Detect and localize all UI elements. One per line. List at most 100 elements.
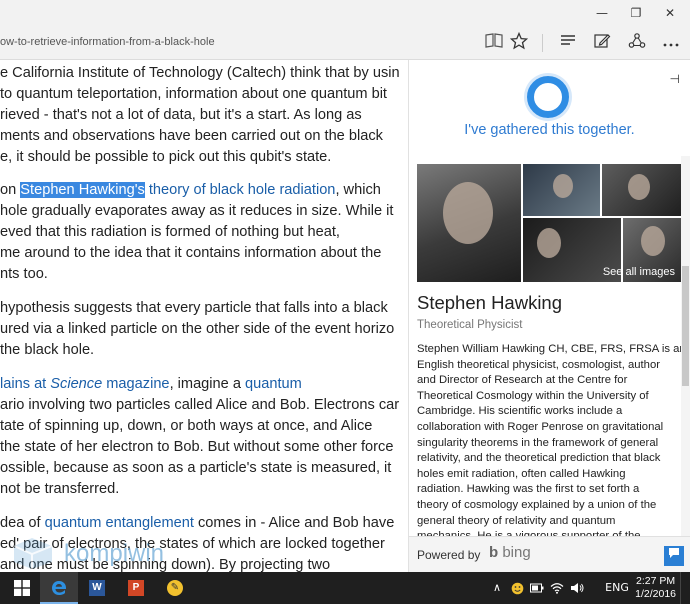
text-line: hole gradually evaporates away as it red… (0, 203, 394, 219)
text-line: collaboration with Roger Penrose on grav… (417, 420, 664, 433)
highlighted-selection[interactable]: Stephen Hawking's (20, 182, 145, 198)
text-fragment: magazine (102, 376, 170, 392)
taskbar: W P ✎ ∧ ENG 2:27 PM 1/2/2016 (0, 572, 690, 604)
text-fragment: Science (50, 376, 103, 392)
text-fragment: comes in - Alice and Bob have (193, 515, 395, 531)
text-line: singularity theorems in the framework of… (417, 436, 659, 449)
watermark-logo-icon (13, 538, 53, 569)
paragraph: lains at Science magazine, imagine a qua… (0, 374, 408, 500)
text-line: radiation. Hawking was the first to set … (417, 483, 640, 496)
share-icon[interactable] (626, 32, 648, 54)
word-icon: W (89, 579, 105, 596)
text-line: Theoretical Cosmology within the Univers… (417, 389, 649, 402)
cortana-ring-icon (527, 76, 569, 118)
bing-wordmark: bing (502, 544, 531, 561)
text-line: theory of cosmology explained by a union… (417, 498, 657, 511)
book-icon[interactable] (483, 32, 505, 54)
cortana-panel: ⊣ I've gathered this together. See all i… (409, 60, 690, 572)
bing-b-icon: b (489, 544, 499, 561)
toolbar-divider (542, 34, 543, 52)
word-taskbar-icon[interactable]: W (78, 572, 116, 604)
text-fragment: dea of (0, 515, 45, 531)
close-button[interactable]: ✕ (653, 0, 687, 26)
edge-taskbar-icon[interactable] (40, 572, 78, 604)
text-line: not be transferred. (0, 481, 120, 497)
text-fragment: , which (335, 182, 381, 198)
text-line: e California Institute of Technology (Ca… (0, 65, 400, 81)
pin-icon[interactable]: ⊣ (670, 72, 680, 86)
text-line: Cambridge. His scientific works include … (417, 405, 623, 418)
cortana-message: I've gathered this together. (464, 122, 635, 138)
input-language[interactable]: ENG (604, 572, 630, 604)
text-line: ossible, because as soon as a particle's… (0, 460, 392, 476)
paragraph: e California Institute of Technology (Ca… (0, 63, 408, 168)
text-line: the black hole. (0, 342, 95, 358)
text-line: ario involving two particles called Alic… (0, 397, 400, 413)
smiley-tray-icon[interactable] (508, 572, 526, 604)
text-line: hypothesis suggests that every particle … (0, 300, 388, 316)
url-text[interactable]: ow-to-retrieve-information-from-a-black-… (0, 36, 215, 48)
paragraph: on Stephen Hawking's theory of black hol… (0, 180, 408, 285)
paint-taskbar-icon[interactable]: ✎ (156, 572, 194, 604)
text-fragment: on (0, 182, 21, 198)
text-line: on Stephen Hawking's theory of black hol… (0, 180, 408, 201)
minimize-button[interactable]: — (585, 0, 619, 26)
entity-subtitle: Theoretical Physicist (417, 319, 523, 331)
text-fragment: , imagine a (169, 376, 246, 392)
volume-icon[interactable] (568, 572, 586, 604)
text-line: rieved - that's not a lot of data, but i… (0, 107, 362, 123)
title-bar: — ❐ ✕ (0, 0, 690, 26)
paragraph: hypothesis suggests that every particle … (0, 298, 408, 361)
powerpoint-taskbar-icon[interactable]: P (117, 572, 155, 604)
text-line: and Director of Research at the Centre f… (417, 374, 628, 387)
watermark: kompiwin (10, 534, 200, 574)
windows-start-icon[interactable] (3, 572, 41, 604)
text-line: relativity, and the theoretical predicti… (417, 452, 661, 465)
science-magazine-link[interactable]: lains at Science magazine (0, 376, 170, 392)
text-line: Stephen William Hawking CH, CBE, FRS, FR… (417, 343, 686, 355)
text-line: ured via a linked particle on the other … (0, 321, 395, 337)
star-icon[interactable] (508, 31, 530, 54)
show-hidden-icons-chevron-icon[interactable]: ∧ (488, 572, 506, 604)
battery-icon[interactable] (528, 572, 546, 604)
article-content: e California Institute of Technology (Ca… (0, 60, 408, 572)
text-fragment: lains at (0, 376, 51, 392)
show-desktop-button[interactable] (680, 572, 690, 604)
text-line: English theoretical physicist, cosmologi… (417, 358, 660, 371)
text-line: general theory of relativity and quantum (417, 514, 616, 527)
text-line: me around to the idea that it contains i… (0, 245, 382, 261)
bing-logo[interactable]: b bing (489, 544, 531, 561)
text-line: holes emit radiation, often called Hawki… (417, 467, 626, 480)
cortana-footer: Powered by b bing (409, 536, 690, 572)
text-line: ments and observations have been carried… (0, 128, 383, 144)
text-line: dea of quantum entanglement comes in - A… (0, 513, 408, 534)
scroll-thumb[interactable] (682, 266, 689, 386)
hub-icon[interactable] (557, 32, 579, 54)
text-line: e, it should be possible to pick out thi… (0, 149, 332, 165)
entity-description: Stephen William Hawking CH, CBE, FRS, FR… (417, 342, 686, 545)
text-line: to quantum teleportation, information ab… (0, 86, 387, 102)
see-all-images-link[interactable]: See all images (603, 266, 675, 278)
quantum-entanglement-link[interactable]: quantum entanglement (45, 515, 194, 531)
watermark-text: kompiwin (64, 540, 165, 567)
panel-scrollbar[interactable] (681, 156, 690, 536)
image-gallery[interactable]: See all images (417, 164, 681, 282)
entity-name: Stephen Hawking (417, 292, 563, 313)
hawking-radiation-link[interactable]: theory of black hole radiation (145, 182, 336, 198)
gallery-image[interactable] (523, 164, 600, 216)
portrait-image[interactable] (417, 164, 521, 282)
maximize-button[interactable]: ❐ (619, 0, 653, 26)
quantum-link[interactable]: quantum (245, 376, 302, 392)
clock-date: 1/2/2016 (635, 588, 676, 600)
paint-icon: ✎ (167, 579, 183, 596)
gallery-image[interactable] (602, 164, 681, 216)
wifi-icon[interactable] (548, 572, 566, 604)
text-line: nts too. (0, 266, 48, 282)
feedback-icon[interactable] (664, 546, 684, 566)
web-note-icon[interactable] (591, 32, 613, 54)
text-line: eved that this radiation is formed of no… (0, 224, 340, 240)
text-line: the state of her electron to Bob. But wi… (0, 439, 394, 455)
clock[interactable]: 2:27 PM 1/2/2016 (635, 575, 676, 601)
text-line: tate of spinning up, down, or both ways … (0, 418, 373, 434)
more-icon[interactable] (660, 32, 682, 54)
